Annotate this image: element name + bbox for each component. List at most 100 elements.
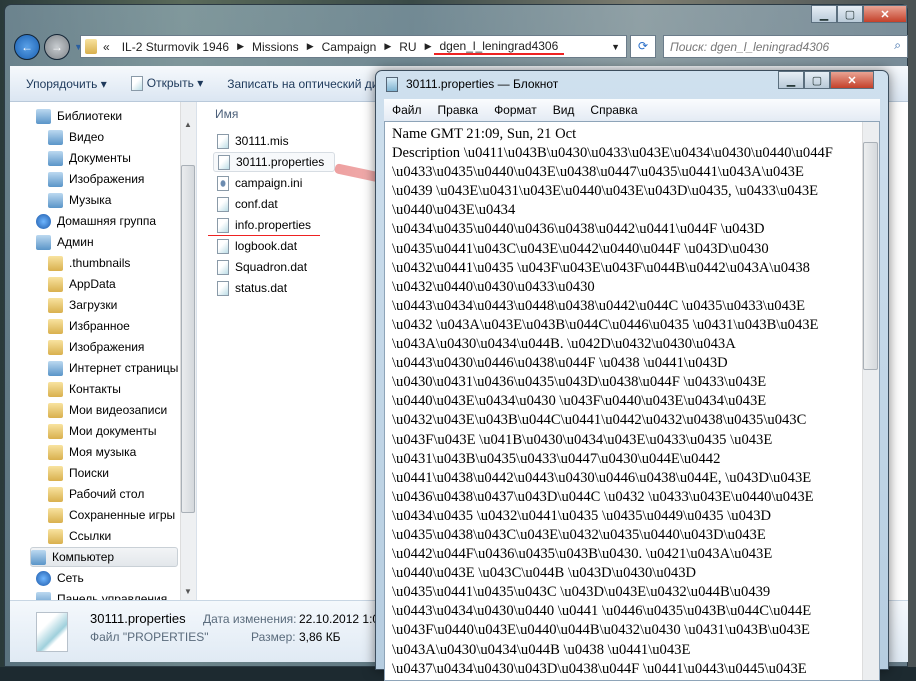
music-icon [48,192,63,208]
sidebar-item[interactable]: Изображения [48,337,144,357]
details-filetype: Файл "PROPERTIES" [90,630,209,644]
sidebar-item[interactable]: Библиотеки [36,106,122,126]
sidebar-item[interactable]: Изображения [48,169,144,189]
sidebar-item[interactable]: Сохраненные игры [48,505,175,525]
file-item[interactable]: info.properties [213,215,315,235]
sidebar-item[interactable]: Админ [36,232,94,252]
breadcrumb-overflow[interactable]: « [97,40,116,54]
sidebar-item[interactable]: Контакты [48,379,121,399]
organize-button[interactable]: Упорядочить ▾ [26,77,107,91]
file-item[interactable]: 30111.properties [213,152,335,172]
breadcrumb-item[interactable]: Missions [246,40,305,54]
sidebar-item[interactable]: Панель управления [36,589,167,600]
text-line: \u0435\u0441\u043C\u043E\u0442\u0440\u04… [392,240,769,257]
notepad-scrollbar-thumb[interactable] [863,142,878,370]
sidebar-item[interactable]: Рабочий стол [48,484,144,504]
maximize-button[interactable]: ▢ [837,5,863,23]
sidebar-item[interactable]: Компьютер [30,547,178,567]
notepad-icon [130,76,143,92]
pictures-icon [48,171,63,187]
address-bar[interactable]: « IL-2 Sturmovik 1946 ▶ Missions ▶ Campaig… [80,35,627,58]
sidebar-item-label: AppData [69,277,116,291]
file-item[interactable]: campaign.ini [213,173,306,193]
sidebar-item[interactable]: .thumbnails [48,253,130,273]
sidebar-item[interactable]: AppData [48,274,116,294]
notepad-close-button[interactable]: ✕ [830,71,874,89]
menu-view[interactable]: Вид [553,103,575,117]
sidebar-item[interactable]: Поиски [48,463,109,483]
text-line: \u0434\u0435\u0440\u0436\u0438\u0442\u04… [392,221,765,238]
close-button[interactable]: ✕ [863,5,907,23]
breadcrumb-item-current[interactable]: dgen_l_leningrad4306 [433,39,565,55]
sidebar-item[interactable]: Интернет страницы [48,358,178,378]
sidebar-item[interactable]: Ссылки [48,526,111,546]
documents-folder-icon [48,423,63,439]
config-file-icon [217,175,229,191]
notepad-maximize-button[interactable]: ▢ [804,71,830,89]
file-item[interactable]: logbook.dat [213,236,301,256]
favorites-folder-icon [48,318,63,334]
open-button[interactable]: Открыть ▾ [130,76,203,92]
sidebar-scrollbar-thumb[interactable] [181,165,195,513]
notepad-text-area[interactable]: Name GMT 21:09, Sun, 21 Oct Description \… [384,121,880,681]
file-name: info.properties [235,218,312,232]
notepad-window-controls: ▁ ▢ ✕ [778,71,874,89]
address-dropdown[interactable]: ▼ [605,42,626,52]
search-icon[interactable]: ⌕ [894,38,901,53]
breadcrumb-item[interactable]: Campaign [316,40,383,54]
sidebar-item[interactable]: Загрузки [48,295,117,315]
sidebar-item-label: Ссылки [69,529,112,543]
search-input[interactable]: Поиск: dgen_l_leningrad4306 ⌕ [663,35,908,58]
annotation-underline [208,235,320,236]
menu-edit[interactable]: Правка [438,103,479,117]
file-item[interactable]: status.dat [213,278,291,298]
text-line: \u0437\u0434\u0430\u043D\u0438\u044F \u0… [392,660,807,677]
menu-help[interactable]: Справка [590,103,637,117]
sidebar-item-label: Моя музыка [69,445,137,459]
text-line: \u0434\u0435 \u0432\u0441\u0435 \u0435\u… [392,507,772,524]
sidebar-item[interactable]: Избранное [48,316,130,336]
breadcrumb-item[interactable]: RU [393,40,422,54]
file-large-icon [36,612,68,652]
forward-button[interactable]: → [44,34,70,60]
sidebar-item-label: Музыка [69,193,112,207]
burn-button[interactable]: Записать на оптический диск [227,77,390,91]
contacts-folder-icon [48,381,63,397]
sidebar-item[interactable]: Документы [48,148,131,168]
notepad-window: 30111.properties — Блокнот ▁ ▢ ✕ Файл Пр… [375,70,889,681]
file-item[interactable]: Squadron.dat [213,257,311,277]
sidebar-item-label: Изображения [69,172,145,186]
sidebar-item[interactable]: Моя музыка [48,442,136,462]
control-panel-icon [36,591,51,600]
menu-file[interactable]: Файл [392,103,422,117]
sidebar-item[interactable]: Музыка [48,190,111,210]
breadcrumb-item[interactable]: IL-2 Sturmovik 1946 [116,40,235,54]
sidebar-item-label: Библиотеки [57,109,123,123]
homegroup-icon [36,213,51,229]
file-item[interactable]: conf.dat [213,194,282,214]
text-line: \u0432\u0440\u0430\u0433\u0430 [392,278,595,295]
library-icon [36,108,51,124]
text-line: \u0436\u0438\u0437\u043D\u044C \u0432 \u… [392,488,814,505]
notepad-minimize-button[interactable]: ▁ [778,71,804,89]
sidebar-item-label: Документы [69,151,131,165]
text-line: \u0440\u043E\u0434 [392,202,516,219]
sidebar-item-label: Рабочий стол [69,487,145,501]
pane-divider[interactable] [196,102,197,600]
sidebar-item[interactable]: Мои видеозаписи [48,400,167,420]
text-line: \u0440\u043E\u0434\u0430 \u043F\u0440\u0… [392,393,767,410]
sidebar-item[interactable]: Домашняя группа [36,211,156,231]
file-name: 30111.properties [236,155,325,169]
sidebar-item[interactable]: Сеть [36,568,84,588]
sidebar-item-label: Контакты [69,382,121,396]
refresh-icon[interactable]: ⟳ [630,35,656,58]
sidebar-item[interactable]: Видео [48,127,104,147]
file-item[interactable]: 30111.mis [213,131,293,151]
menu-format[interactable]: Формат [494,103,537,117]
minimize-button[interactable]: ▁ [811,5,837,23]
column-header-name[interactable]: Имя [215,107,238,121]
back-button[interactable]: ← [14,34,40,60]
sidebar-item-label: Мои видеозаписи [69,403,168,417]
sidebar-item-label: Админ [57,235,94,249]
sidebar-item[interactable]: Мои документы [48,421,156,441]
